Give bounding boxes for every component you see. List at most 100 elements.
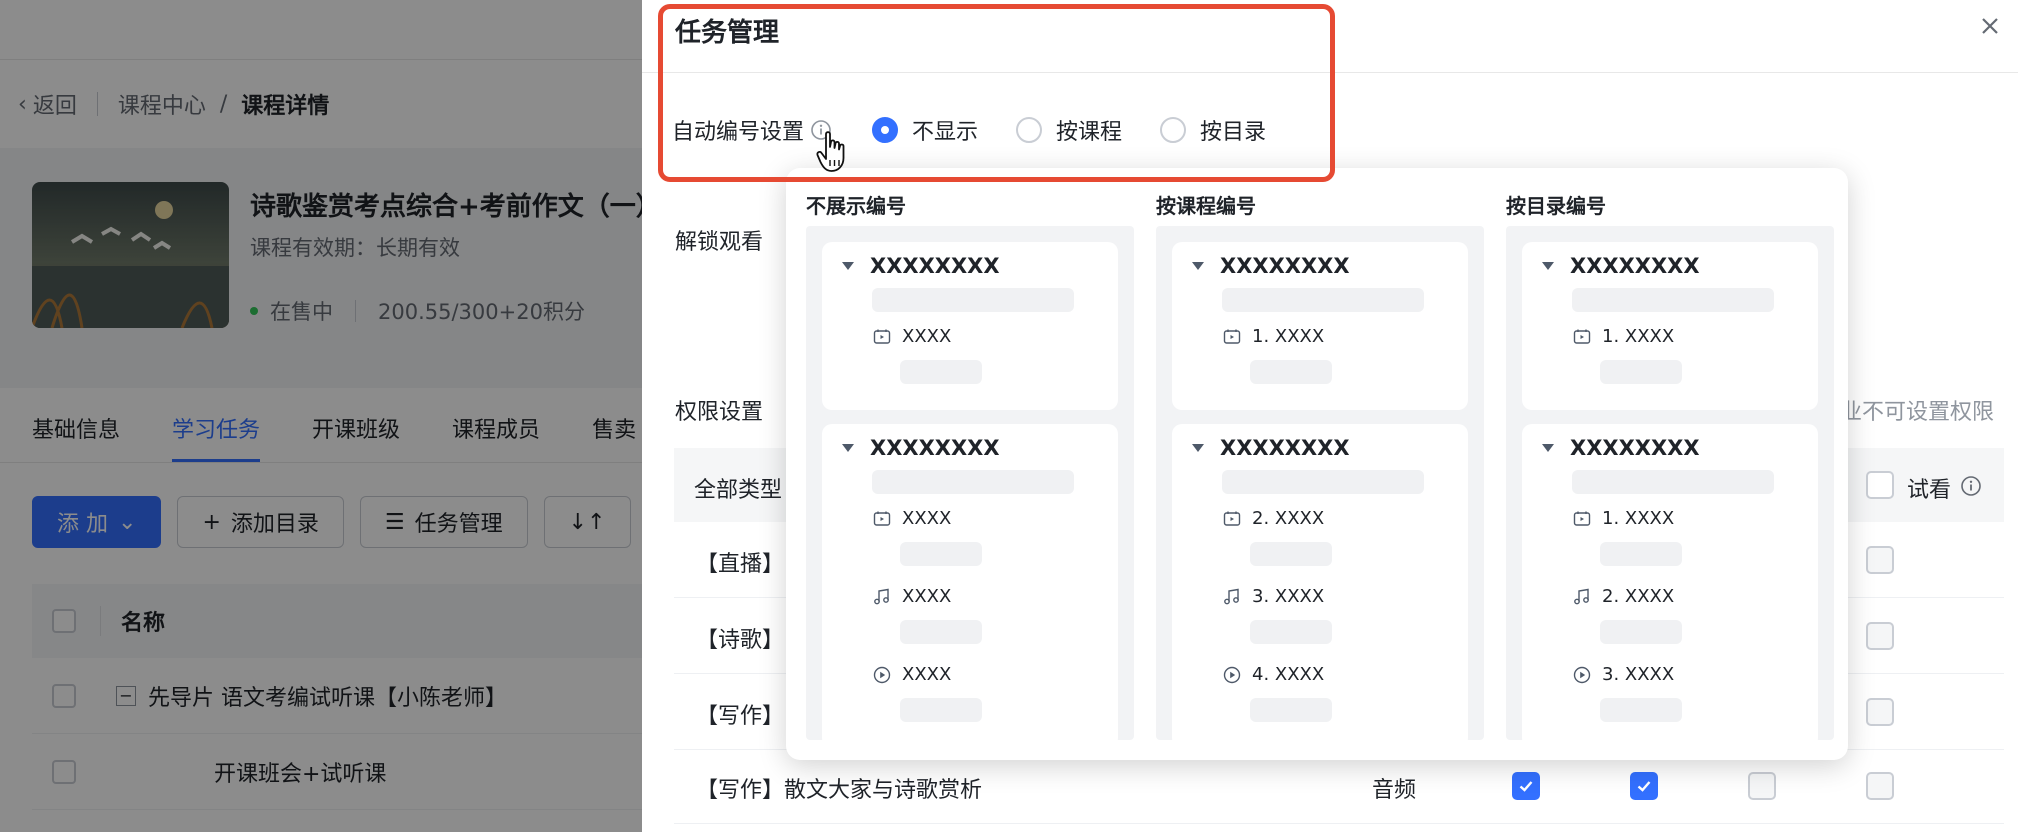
row-type: 音频 <box>1372 778 1417 803</box>
trial-checkbox[interactable] <box>1866 622 1894 650</box>
example-item: 3. XXXX <box>1572 664 1674 685</box>
permission-label: 权限设置 <box>675 400 764 425</box>
placeholder-bar <box>1222 470 1424 494</box>
column-title: 不展示编号 <box>806 194 906 218</box>
placeholder-bar <box>900 620 982 644</box>
unlock-label: 解锁观看 <box>675 230 764 255</box>
example-item-label: XXXX <box>902 664 952 685</box>
card-header: XXXXXXXX <box>1192 254 1350 278</box>
example-card: XXXXXXXX XXXX <box>822 242 1118 410</box>
example-item: 1. XXXX <box>1572 326 1674 347</box>
live-icon <box>1223 511 1241 526</box>
play-icon <box>873 666 891 683</box>
music-icon <box>874 588 889 604</box>
placeholder-bar <box>872 470 1074 494</box>
card-header: XXXXXXXX <box>842 436 1000 460</box>
permission-note: 业不可设置权限 <box>1840 400 1995 425</box>
card-header-text: XXXXXXXX <box>870 254 1000 278</box>
placeholder-bar <box>1250 698 1332 722</box>
example-item-label: 2. XXXX <box>1252 508 1325 529</box>
info-icon[interactable] <box>1960 475 1982 497</box>
example-item-label: 2. XXXX <box>1602 586 1675 607</box>
caret-down-icon <box>1542 444 1554 452</box>
card-header-text: XXXXXXXX <box>1220 254 1350 278</box>
example-item-label: XXXX <box>902 326 952 347</box>
example-item: 4. XXXX <box>1222 664 1324 685</box>
live-icon <box>1223 329 1241 344</box>
example-item: 1. XXXX <box>1572 508 1674 529</box>
placeholder-bar <box>1572 470 1774 494</box>
column-title: 按目录编号 <box>1506 194 1606 218</box>
placeholder-bar <box>1250 360 1332 384</box>
live-icon <box>1573 329 1591 344</box>
permission-checkbox-checked[interactable] <box>1630 772 1658 800</box>
example-card: XXXXXXXX 1. XXXX 2. XXXX 3. XXXX <box>1522 424 1818 748</box>
music-icon <box>1574 588 1589 604</box>
placeholder-bar <box>900 542 982 566</box>
row-title: 【写作】 <box>696 704 785 729</box>
card-header-text: XXXXXXXX <box>1570 254 1700 278</box>
placeholder-bar <box>1250 542 1332 566</box>
card-header: XXXXXXXX <box>1192 436 1350 460</box>
column-title: 按课程编号 <box>1156 194 1256 218</box>
caret-down-icon <box>842 444 854 452</box>
example-item: 3. XXXX <box>1222 586 1324 607</box>
example-item: 2. XXXX <box>1572 586 1674 607</box>
trial-header-checkbox[interactable] <box>1866 471 1894 499</box>
example-panel: XXXXXXXX 1. XXXX XXXXXXXX 2. XXXX 3. XXXX 4. … <box>1156 226 1484 748</box>
placeholder-bar <box>1250 620 1332 644</box>
example-item-label: 1. XXXX <box>1252 326 1325 347</box>
placeholder-bar <box>1600 542 1682 566</box>
caret-down-icon <box>842 262 854 270</box>
example-item-label: 1. XXXX <box>1602 326 1675 347</box>
caret-down-icon <box>1192 444 1204 452</box>
placeholder-bar <box>900 360 982 384</box>
example-item-label: XXXX <box>902 586 952 607</box>
example-card: XXXXXXXX 1. XXXX <box>1522 242 1818 410</box>
placeholder-bar <box>1600 698 1682 722</box>
live-icon <box>1573 511 1591 526</box>
hand-cursor-icon <box>816 131 845 172</box>
row-title: 【直播】 <box>696 552 785 577</box>
placeholder-bar <box>1600 360 1682 384</box>
numbering-example-popover: 不展示编号 XXXXXXXX XXXX XXXXXXXX XXXX XXXX XXXX 按课程… <box>786 168 1848 760</box>
example-item-label: 4. XXXX <box>1252 664 1325 685</box>
example-card: XXXXXXXX 1. XXXX <box>1172 242 1468 410</box>
permission-checkbox-checked[interactable] <box>1512 772 1540 800</box>
check-icon <box>1519 781 1533 792</box>
placeholder-bar <box>1222 288 1424 312</box>
card-header: XXXXXXXX <box>1542 436 1700 460</box>
example-item: XXXX <box>872 586 951 607</box>
example-card: XXXXXXXX 2. XXXX 3. XXXX 4. XXXX <box>1172 424 1468 748</box>
card-header: XXXXXXXX <box>1542 254 1700 278</box>
example-item-label: XXXX <box>902 508 952 529</box>
example-item-label: 3. XXXX <box>1602 664 1675 685</box>
card-header: XXXXXXXX <box>842 254 1000 278</box>
example-item: XXXX <box>872 664 951 685</box>
trial-checkbox[interactable] <box>1866 772 1894 800</box>
example-item-label: 3. XXXX <box>1252 586 1325 607</box>
card-header-text: XXXXXXXX <box>1570 436 1700 460</box>
card-header-text: XXXXXXXX <box>870 436 1000 460</box>
trial-checkbox[interactable] <box>1866 698 1894 726</box>
music-icon <box>1224 588 1239 604</box>
example-item: XXXX <box>872 508 951 529</box>
placeholder-bar <box>1572 288 1774 312</box>
example-card: XXXXXXXX XXXX XXXX XXXX <box>822 424 1118 748</box>
check-icon <box>1637 781 1651 792</box>
card-header-text: XXXXXXXX <box>1220 436 1350 460</box>
row-title: 【写作】散文大家与诗歌赏析 <box>696 778 983 803</box>
placeholder-bar <box>1600 620 1682 644</box>
column-all-types[interactable]: 全部类型 <box>694 472 782 504</box>
live-icon <box>873 329 891 344</box>
caret-down-icon <box>1542 262 1554 270</box>
example-panel: XXXXXXXX XXXX XXXXXXXX XXXX XXXX XXXX <box>806 226 1134 748</box>
trial-checkbox[interactable] <box>1866 546 1894 574</box>
placeholder-bar <box>872 288 1074 312</box>
column-trial: 试看 <box>1907 478 1952 503</box>
close-icon[interactable] <box>1974 10 2006 42</box>
placeholder-bar <box>900 698 982 722</box>
permission-checkbox[interactable] <box>1748 772 1776 800</box>
example-item: 2. XXXX <box>1222 508 1324 529</box>
example-item: XXXX <box>872 326 951 347</box>
